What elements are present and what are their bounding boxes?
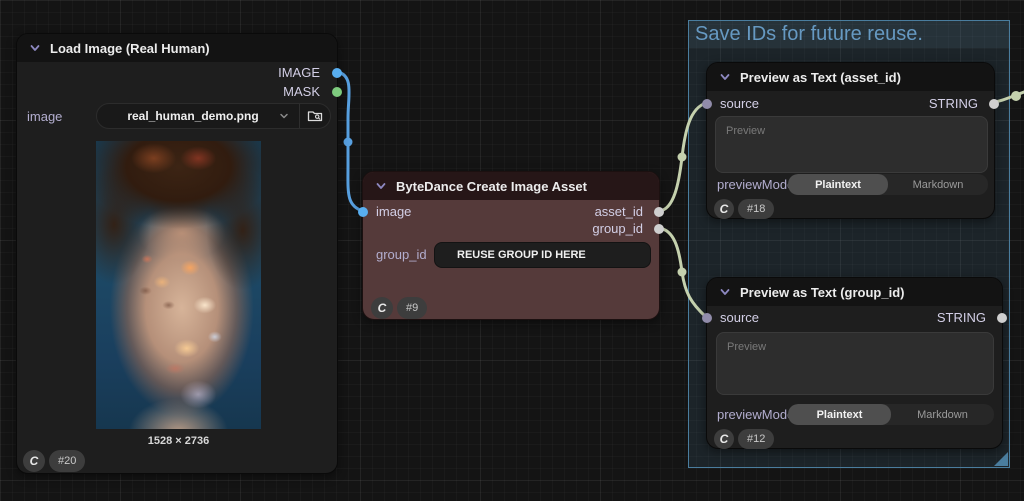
node-load-image[interactable]: Load Image (Real Human) IMAGE MASK image… [16,33,338,474]
output-label-string: STRING [929,96,978,111]
node-title: ByteDance Create Image Asset [396,179,587,194]
input-port-source[interactable] [702,313,712,323]
output-port-image[interactable] [332,68,342,78]
node-create-image-asset[interactable]: ByteDance Create Image Asset image asset… [362,171,660,320]
plaintext-button[interactable]: Plaintext [788,174,888,195]
output-port-string[interactable] [997,313,1007,323]
collapse-chevron-icon[interactable] [719,71,731,83]
comfy-logo-icon: C [720,202,729,216]
group-id-widget-label: group_id [376,247,427,262]
comfy-logo-badge: C [714,199,734,219]
output-port-mask[interactable] [332,87,342,97]
input-label-image: image [376,204,411,219]
group-id-input[interactable] [434,242,651,268]
comfy-logo-badge: C [23,450,45,472]
image-dimensions: 1528 × 2736 [96,435,261,447]
input-label-source: source [720,310,759,325]
comfy-logo-icon: C [30,454,39,468]
node-id-badge: #12 [738,429,774,449]
chevron-down-icon [279,111,289,121]
image-preview [96,141,261,429]
preview-textarea[interactable] [715,116,988,173]
output-port-group-id[interactable] [654,224,664,234]
image-filename-combo[interactable]: real_human_demo.png [96,103,331,129]
comfy-logo-icon: C [378,301,387,315]
plaintext-button[interactable]: Plaintext [788,404,891,425]
node-graph-canvas[interactable]: Save IDs for future reuse. Load Image (R… [0,0,1024,501]
node-load-image-header[interactable]: Load Image (Real Human) [17,34,337,62]
wire-midpoint-dot[interactable] [678,268,687,277]
input-port-image[interactable] [358,207,368,217]
node-preview-group-id-header[interactable]: Preview as Text (group_id) [707,278,1002,306]
node-create-image-asset-header[interactable]: ByteDance Create Image Asset [363,172,659,200]
image-filename-value: real_human_demo.png [113,109,273,123]
open-image-button[interactable] [300,104,330,128]
node-preview-group-id[interactable]: Preview as Text (group_id) source STRING… [706,277,1003,449]
combo-value-area[interactable]: real_human_demo.png [97,104,299,128]
input-port-source[interactable] [702,99,712,109]
comfy-logo-badge: C [371,297,393,319]
preview-mode-label: previewMode [717,177,794,192]
node-id-badge: #18 [738,199,774,219]
node-title: Preview as Text (asset_id) [740,70,901,85]
output-label-image: IMAGE [278,65,320,80]
output-port-string[interactable] [989,99,999,109]
output-label-asset-id: asset_id [595,204,643,219]
folder-search-icon [307,109,323,123]
node-id-badge: #20 [49,450,85,472]
markdown-button[interactable]: Markdown [891,404,994,425]
markdown-button[interactable]: Markdown [888,174,988,195]
group-titlebar[interactable]: Save IDs for future reuse. [689,21,1009,48]
preview-mode-toggle[interactable]: Plaintext Markdown [788,174,988,195]
node-id-badge: #9 [397,297,427,319]
group-title: Save IDs for future reuse. [695,23,923,46]
collapse-chevron-icon[interactable] [29,42,41,54]
image-widget-label: image [27,109,62,124]
wire-endpoint-dot[interactable] [1011,91,1021,101]
collapse-chevron-icon[interactable] [719,286,731,298]
comfy-logo-badge: C [714,429,734,449]
node-preview-asset-id[interactable]: Preview as Text (asset_id) source STRING… [706,62,995,219]
comfy-logo-icon: C [720,432,729,446]
group-resize-handle[interactable] [994,452,1008,466]
node-title: Preview as Text (group_id) [740,285,904,300]
node-preview-asset-id-header[interactable]: Preview as Text (asset_id) [707,63,994,91]
wire-midpoint-dot[interactable] [678,153,687,162]
wire-midpoint-dot[interactable] [344,138,353,147]
output-label-mask: MASK [283,84,320,99]
input-label-source: source [720,96,759,111]
preview-mode-label: previewMode [717,407,794,422]
preview-mode-toggle[interactable]: Plaintext Markdown [788,404,994,425]
node-title: Load Image (Real Human) [50,41,210,56]
preview-textarea[interactable] [716,332,994,395]
output-label-group-id: group_id [592,221,643,236]
output-label-string: STRING [937,310,986,325]
collapse-chevron-icon[interactable] [375,180,387,192]
output-port-asset-id[interactable] [654,207,664,217]
